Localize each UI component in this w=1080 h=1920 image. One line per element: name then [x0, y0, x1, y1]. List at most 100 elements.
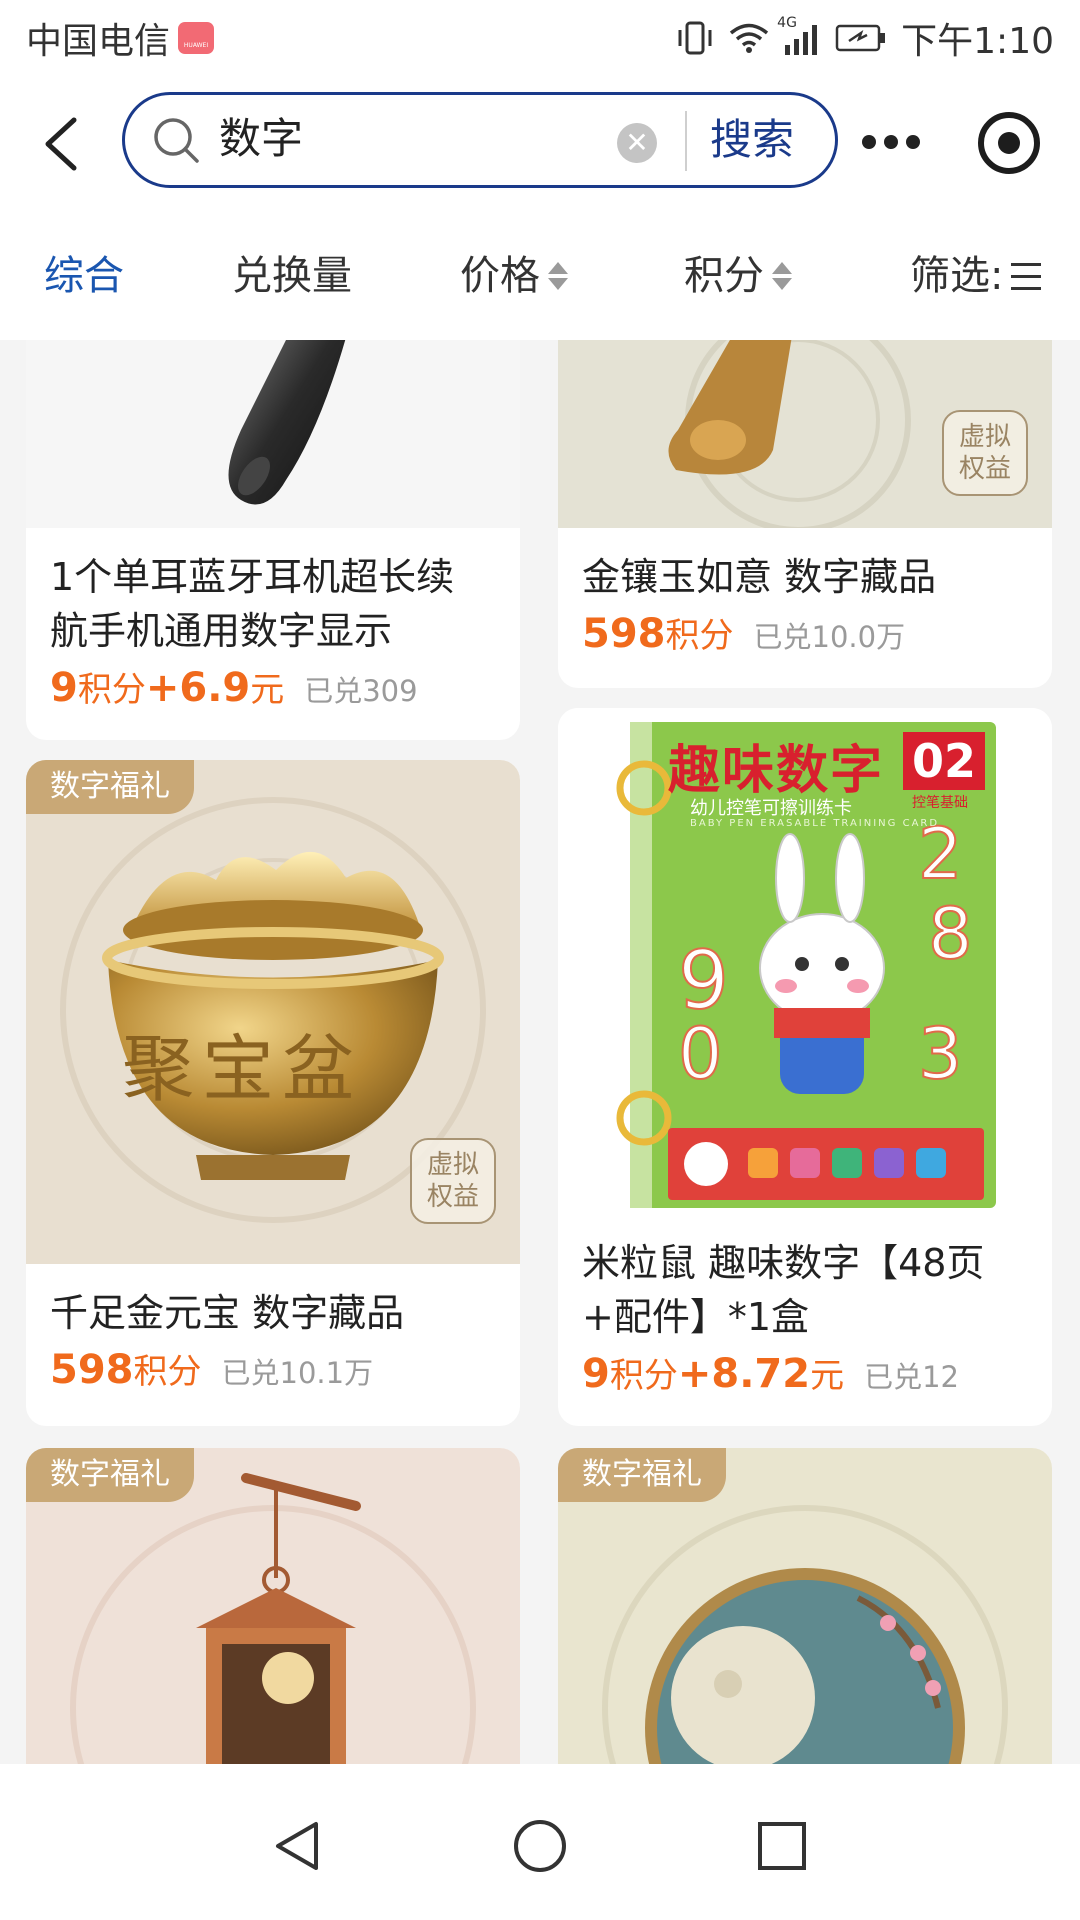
product-title: +配件】*1盒 [582, 1295, 810, 1339]
product-card[interactable]: 数字福礼 [558, 1448, 1052, 1764]
product-card[interactable]: 数字福礼 [26, 1448, 520, 1764]
book-subtitle-en: BABY PEN ERASABLE TRAINING CARD [690, 818, 940, 829]
price-cash-unit: 元 [250, 670, 285, 710]
clear-search-icon[interactable]: ✕ [617, 123, 657, 163]
clock: 下午1:10 [901, 21, 1054, 62]
product-title: 航手机通用数字显示 [50, 609, 393, 653]
tab-redeem-count-label: 兑换量 [232, 253, 352, 299]
product-image: 数字福礼 [26, 1448, 520, 1764]
redeemed-count: 已兑10.0万 [753, 620, 906, 654]
price-row: 9 积分 +8.72 元 已兑12 [582, 1348, 1028, 1397]
redeemed-count: 已兑12 [864, 1360, 959, 1394]
earphone-image [228, 340, 346, 505]
price-points: 598 [50, 1347, 134, 1393]
search-button[interactable]: 搜索 [710, 109, 794, 171]
search-header: 数字 ✕ 搜索 [0, 76, 1080, 212]
tab-price[interactable]: 价格 [460, 248, 568, 304]
product-card[interactable]: 虚拟 权益 金镶玉如意 数字藏品 598 积分 已兑10.0万 [558, 340, 1052, 688]
tab-price-label: 价格 [460, 253, 540, 299]
sort-arrows-icon [772, 262, 792, 290]
price-points: 9 [50, 665, 78, 711]
redeemed-count: 已兑309 [304, 674, 418, 708]
redeemed-count: 已兑10.1万 [221, 1356, 374, 1390]
digital-gift-tag: 数字福礼 [26, 1448, 194, 1502]
tab-overall[interactable]: 综合 [44, 248, 124, 304]
nav-recents-icon[interactable] [754, 1818, 810, 1874]
tab-points[interactable]: 积分 [684, 248, 792, 304]
app-root: 中国电信 HUAWEI 4G 下午1:10 数字 ✕ 搜索 综合 兑换量 价格 … [0, 0, 1080, 1920]
system-nav-bar [0, 1764, 1080, 1920]
nav-back-icon[interactable] [270, 1818, 326, 1874]
price-cash-unit: 元 [810, 1356, 845, 1396]
svg-text:0: 0 [678, 1013, 723, 1095]
product-image: 9 0 2 8 3 趣味数字 02 控笔基础 幼儿控笔可擦训练卡 BABY PE… [558, 708, 1052, 1214]
signal-icon: 4G [777, 15, 821, 55]
svg-text:3: 3 [918, 1013, 963, 1095]
price-cash: +6.9 [145, 665, 251, 711]
stamp-line: 虚拟 [958, 422, 1011, 452]
product-image: 虚拟 权益 [558, 340, 1052, 528]
stamp-line: 权益 [958, 454, 1011, 484]
status-bar: 中国电信 HUAWEI 4G 下午1:10 [0, 0, 1080, 76]
sort-arrows-icon [548, 262, 568, 290]
product-title: 金镶玉如意 数字藏品 [582, 555, 937, 599]
price-row: 9 积分 +6.9 元 已兑309 [50, 662, 496, 711]
price-points: 598 [582, 611, 666, 657]
product-card[interactable]: 1个单耳蓝牙耳机超长续 航手机通用数字显示 9 积分 +6.9 元 已兑309 [26, 340, 520, 740]
product-image: 数字福礼 聚宝盆 虚拟 权益 [26, 760, 520, 1264]
stamp-line: 权益 [426, 1182, 479, 1212]
product-grid: 1个单耳蓝牙耳机超长续 航手机通用数字显示 9 积分 +6.9 元 已兑309 [0, 340, 1080, 1764]
product-info: 1个单耳蓝牙耳机超长续 航手机通用数字显示 9 积分 +6.9 元 已兑309 [26, 528, 520, 711]
huawei-badge-text: HUAWEI [183, 42, 209, 49]
product-info: 千足金元宝 数字藏品 598 积分 已兑10.1万 [26, 1264, 520, 1393]
more-options-icon[interactable] [862, 122, 928, 162]
product-image [26, 340, 520, 528]
product-title: 千足金元宝 数字藏品 [50, 1291, 405, 1335]
sort-bar: 综合 兑换量 价格 积分 筛选: [0, 212, 1080, 340]
price-row: 598 积分 已兑10.0万 [582, 608, 1028, 657]
bowl-engraving: 聚宝盆 [122, 1027, 363, 1111]
product-info: 米粒鼠 趣味数字【48页 +配件】*1盒 9 积分 +8.72 元 已兑12 [558, 1214, 1052, 1397]
digital-gift-tag: 数字福礼 [558, 1448, 726, 1502]
tab-points-label: 积分 [684, 253, 764, 299]
price-points: 9 [582, 1351, 610, 1397]
status-indicators: 4G 下午1:10 [675, 12, 1054, 64]
product-title: 1个单耳蓝牙耳机超长续 [50, 555, 455, 599]
book-title: 趣味数字 [668, 741, 885, 801]
huawei-app-icon: HUAWEI [178, 22, 215, 54]
carrier-name: 中国电信 [26, 21, 171, 62]
product-card[interactable]: 9 0 2 8 3 趣味数字 02 控笔基础 幼儿控笔可擦训练卡 BABY PE… [558, 708, 1052, 1426]
virtual-benefit-stamp: 虚拟 权益 [410, 1138, 496, 1224]
price-points-unit: 积分 [609, 1356, 678, 1396]
vibrate-icon [678, 21, 712, 55]
battery-icon [835, 24, 886, 52]
product-image: 数字福礼 [558, 1448, 1052, 1764]
product-card[interactable]: 数字福礼 聚宝盆 虚拟 权益 千足金元宝 数字藏品 598 积分 已兑10.1万 [26, 760, 520, 1426]
filter-icon [1011, 262, 1042, 290]
price-points-unit: 积分 [133, 1352, 202, 1392]
close-miniprogram-icon[interactable] [978, 112, 1040, 174]
wifi-icon [730, 23, 769, 53]
price-cash: +8.72 [677, 1351, 811, 1397]
book-number: 02 [903, 732, 985, 790]
nav-home-icon[interactable] [512, 1818, 568, 1874]
back-arrow-icon[interactable] [34, 114, 94, 174]
price-points-unit: 积分 [665, 616, 734, 656]
search-divider [685, 111, 687, 171]
tab-filter-label: 筛选: [910, 253, 1004, 299]
book-badge: 控笔基础 [912, 795, 968, 811]
network-type: 4G [777, 15, 797, 31]
search-box[interactable]: 数字 ✕ 搜索 [122, 92, 838, 188]
virtual-benefit-stamp: 虚拟 权益 [942, 410, 1028, 496]
digital-gift-tag: 数字福礼 [26, 760, 194, 814]
search-icon [154, 118, 199, 163]
search-input[interactable]: 数字 [219, 109, 303, 169]
tab-filter[interactable]: 筛选: [910, 248, 1042, 304]
price-row: 598 积分 已兑10.1万 [50, 1344, 496, 1393]
book-subtitle: 幼儿控笔可擦训练卡 [690, 798, 852, 819]
svg-text:8: 8 [928, 893, 973, 975]
tab-overall-label: 综合 [44, 253, 124, 299]
price-points-unit: 积分 [77, 670, 146, 710]
stamp-line: 虚拟 [426, 1150, 479, 1180]
tab-redeem-count[interactable]: 兑换量 [232, 248, 352, 304]
